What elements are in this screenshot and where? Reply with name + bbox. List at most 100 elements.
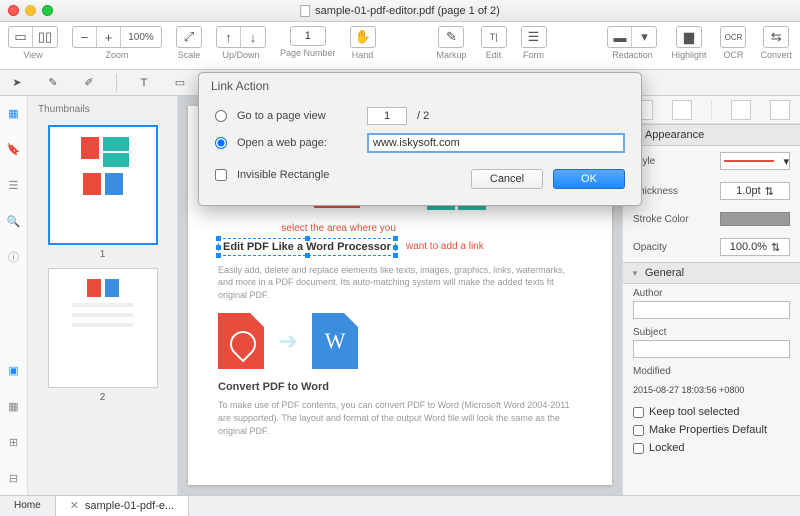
annotation-2: want to add a link: [406, 241, 484, 252]
page-total-label: / 2: [417, 110, 429, 122]
subject-input[interactable]: [633, 340, 790, 358]
titlebar: sample-01-pdf-editor.pdf (page 1 of 2): [0, 0, 800, 22]
goto-page-input[interactable]: [367, 107, 407, 125]
keep-tool-label: Keep tool selected: [649, 406, 740, 418]
general-header[interactable]: ▼General: [623, 262, 800, 284]
redaction-label: Redaction: [612, 50, 653, 60]
bottom-tabs: Home ✕sample-01-pdf-e...: [0, 495, 800, 515]
panel-icon-2[interactable]: ▦: [5, 397, 23, 415]
ok-button[interactable]: OK: [553, 169, 625, 189]
heading-convert: Convert PDF to Word: [218, 381, 582, 393]
author-label: Author: [633, 288, 790, 299]
close-window[interactable]: [8, 5, 19, 16]
ocr-icon[interactable]: OCR: [721, 27, 745, 47]
document-icon: [300, 5, 310, 17]
highlight-label: Highlight: [671, 50, 706, 60]
link-selection-box[interactable]: Edit PDF Like a Word Processor: [218, 238, 396, 256]
url-input[interactable]: [367, 133, 625, 153]
bookmarks-tab-icon[interactable]: 🔖: [5, 140, 23, 158]
goto-page-label: Go to a page view: [237, 110, 357, 122]
left-rail: ▦ 🔖 ☰ 🔍 ⓘ ▣ ▦ ⊞ ⊟: [0, 96, 28, 495]
make-default-checkbox[interactable]: [633, 425, 644, 436]
word-file-icon: W: [312, 313, 358, 369]
thickness-input[interactable]: 1.0pt⇅: [720, 182, 790, 200]
thumbnail-1[interactable]: [48, 125, 158, 245]
window-title: sample-01-pdf-editor.pdf (page 1 of 2): [300, 5, 500, 17]
keep-tool-checkbox[interactable]: [633, 407, 644, 418]
panel-icon-4[interactable]: ⊟: [5, 469, 23, 487]
zoom-in-icon[interactable]: +: [97, 27, 121, 47]
markup-icon[interactable]: ✎: [439, 27, 463, 47]
home-tab[interactable]: Home: [0, 496, 56, 516]
redaction-icon[interactable]: ▬: [608, 27, 632, 47]
author-input[interactable]: [633, 301, 790, 319]
info-tab-icon[interactable]: ⓘ: [5, 248, 23, 266]
zoom-label: Zoom: [105, 50, 128, 60]
highlighter-tool-icon[interactable]: ✎: [44, 74, 62, 92]
prop-tab-2[interactable]: [672, 100, 692, 120]
minimize-window[interactable]: [25, 5, 36, 16]
dialog-title: Link Action: [199, 73, 641, 99]
hand-label: Hand: [352, 50, 374, 60]
page-up-icon[interactable]: ↑: [217, 27, 241, 47]
prop-tab-3[interactable]: [731, 100, 751, 120]
stroke-label: Stroke Color: [633, 214, 689, 225]
stroke-color-swatch[interactable]: [720, 212, 790, 226]
pencil-tool-icon[interactable]: ✐: [80, 74, 98, 92]
hand-tool-icon[interactable]: ✋: [351, 27, 375, 47]
redaction-dd-icon[interactable]: ▾: [632, 27, 656, 47]
locked-label: Locked: [649, 442, 684, 454]
page-down-icon[interactable]: ↓: [241, 27, 265, 47]
document-tab[interactable]: ✕sample-01-pdf-e...: [56, 496, 189, 516]
text-tool-icon[interactable]: T: [135, 74, 153, 92]
view-label: View: [23, 50, 42, 60]
panel-icon-3[interactable]: ⊞: [5, 433, 23, 451]
scale-icon[interactable]: ⤢: [177, 27, 201, 47]
annotation-1: select the area where you: [281, 223, 396, 234]
edit-label: Edit: [486, 50, 502, 60]
thumbnails-tab-icon[interactable]: ▦: [5, 104, 23, 122]
panel-icon-1[interactable]: ▣: [5, 361, 23, 379]
prop-tab-4[interactable]: [770, 100, 790, 120]
scale-label: Scale: [178, 50, 201, 60]
page-number-input[interactable]: [290, 26, 326, 46]
highlight-icon[interactable]: ▆: [677, 27, 701, 47]
style-select[interactable]: ▾: [720, 152, 790, 170]
form-icon[interactable]: ☰: [522, 27, 546, 47]
thumbnail-2[interactable]: [48, 268, 158, 388]
updown-label: Up/Down: [222, 50, 259, 60]
link-action-dialog: Link Action Go to a page view / 2 Open a…: [198, 72, 642, 206]
ocr-label: OCR: [723, 50, 743, 60]
opacity-label: Opacity: [633, 242, 667, 253]
invisible-rect-label: Invisible Rectangle: [237, 169, 329, 181]
opacity-input[interactable]: 100.0%⇅: [720, 238, 790, 256]
convert-label: Convert: [760, 50, 792, 60]
subject-label: Subject: [633, 327, 790, 338]
view-single-icon[interactable]: ▭: [9, 27, 33, 47]
thumb-1-label: 1: [34, 249, 171, 260]
invisible-rect-checkbox[interactable]: [215, 169, 227, 181]
pagenum-label: Page Number: [280, 48, 336, 58]
zoom-pct[interactable]: 100%: [121, 27, 161, 47]
modified-label: Modified: [633, 366, 790, 377]
zoom-out-icon[interactable]: −: [73, 27, 97, 47]
edit-icon[interactable]: T|: [482, 27, 506, 47]
goto-page-radio[interactable]: [215, 110, 227, 122]
outline-tab-icon[interactable]: ☰: [5, 176, 23, 194]
view-double-icon[interactable]: ▯▯: [33, 27, 57, 47]
thumbnails-panel: Thumbnails 1 2: [28, 96, 178, 495]
markup-label: Markup: [436, 50, 466, 60]
cursor-tool-icon[interactable]: ➤: [8, 74, 26, 92]
properties-panel: ▼Appearance Style▾ Thickness1.0pt⇅ Strok…: [622, 96, 800, 495]
search-tab-icon[interactable]: 🔍: [5, 212, 23, 230]
arrow-right-icon: ➔: [278, 327, 298, 356]
note-tool-icon[interactable]: ▭: [171, 74, 189, 92]
locked-checkbox[interactable]: [633, 443, 644, 454]
appearance-header[interactable]: ▼Appearance: [623, 124, 800, 146]
cancel-button[interactable]: Cancel: [471, 169, 543, 189]
open-webpage-radio[interactable]: [215, 137, 227, 149]
convert-icon[interactable]: ⇆: [764, 27, 788, 47]
open-webpage-label: Open a web page:: [237, 137, 357, 149]
thumb-2-label: 2: [34, 392, 171, 403]
zoom-window[interactable]: [42, 5, 53, 16]
